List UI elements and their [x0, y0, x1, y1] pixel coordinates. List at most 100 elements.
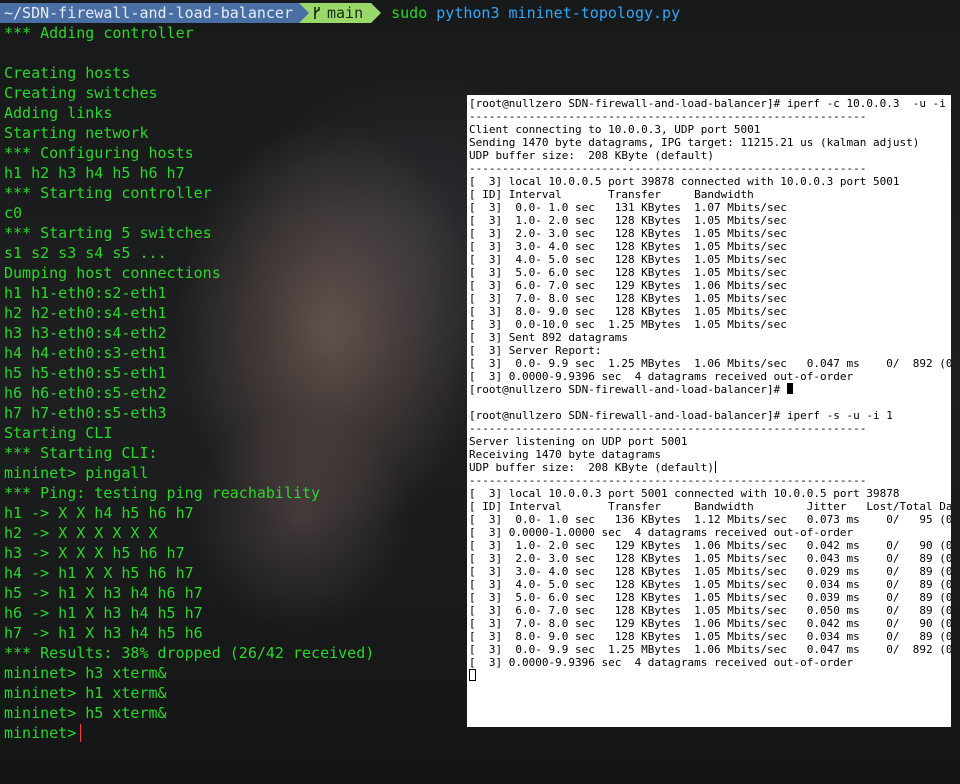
- xterm-line: ----------------------------------------…: [469, 110, 951, 123]
- xterm-line-text: [ 3] Server Report:: [469, 344, 602, 357]
- command-args: python3 mininet-topology.py: [436, 4, 681, 22]
- prompt-separator: [298, 3, 309, 23]
- terminal-line: h5 -> h1 X h3 h4 h6 h7: [4, 583, 374, 603]
- terminal-line-text: *** Starting CLI:: [4, 444, 158, 462]
- terminal-line-text: mininet> h3 xterm&: [4, 664, 167, 682]
- xterm-line: [469, 396, 951, 409]
- xterm-line: [469, 669, 951, 682]
- terminal-line-text: mininet> pingall: [4, 464, 149, 482]
- terminal-line-text: mininet> h5 xterm&: [4, 704, 167, 722]
- xterm-line-text: [ 3] 1.0- 2.0 sec 128 KBytes 1.05 Mbits/…: [469, 214, 787, 227]
- xterm-line-text: [ 3] 0.0000-9.9396 sec 4 datagrams recei…: [469, 656, 854, 669]
- xterm-line: Client connecting to 10.0.0.3, UDP port …: [469, 123, 951, 136]
- xterm-line-text: [ 3] 6.0- 7.0 sec 129 KBytes 1.06 Mbits/…: [469, 279, 787, 292]
- xterm-line: [ 3] 0.0000-9.9396 sec 4 datagrams recei…: [469, 370, 951, 383]
- terminal-line: s1 s2 s3 s4 s5 ...: [4, 243, 374, 263]
- terminal-line-text: mininet> h1 xterm&: [4, 684, 167, 702]
- terminal-line: h4 h4-eth0:s3-eth1: [4, 343, 374, 363]
- xterm-line: [ 3] 4.0- 5.0 sec 128 KBytes 1.05 Mbits/…: [469, 253, 951, 266]
- terminal-line-text: h6 h6-eth0:s5-eth2: [4, 384, 167, 402]
- terminal-output: *** Adding controller Creating hosts Creat…: [4, 23, 374, 723]
- terminal-line: Starting CLI: [4, 423, 374, 443]
- xterm-line-text: [ ID] Interval Transfer Bandwidth Jitter…: [469, 500, 951, 513]
- terminal-line-text: s1 s2 s3 s4 s5 ...: [4, 244, 167, 262]
- xterm-line: Sending 1470 byte datagrams, IPG target:…: [469, 136, 951, 149]
- terminal-line: *** Starting controller: [4, 183, 374, 203]
- xterm-line: [ 3] 3.0- 4.0 sec 128 KBytes 1.05 Mbits/…: [469, 565, 951, 578]
- terminal-line: h4 -> h1 X X h5 h6 h7: [4, 563, 374, 583]
- terminal-line: *** Starting CLI:: [4, 443, 374, 463]
- terminal-line-text: *** Ping: testing ping reachability: [4, 484, 321, 502]
- terminal-line: Creating hosts: [4, 63, 374, 83]
- xterm-line: [ 3] Server Report:: [469, 344, 951, 357]
- xterm-line-text: Server listening on UDP port 5001: [469, 435, 688, 448]
- xterm-line: [ 3] 0.0- 9.9 sec 1.25 MBytes 1.06 Mbits…: [469, 357, 951, 370]
- terminal-line: *** Ping: testing ping reachability: [4, 483, 374, 503]
- xterm-line-text: [ 3] local 10.0.0.5 port 39878 connected…: [469, 175, 900, 188]
- xterm-line-text: [ 3] 4.0- 5.0 sec 128 KBytes 1.05 Mbits/…: [469, 253, 787, 266]
- terminal-line-text: *** Adding controller: [4, 24, 194, 42]
- xterm-line-text: [ 3] 3.0- 4.0 sec 128 KBytes 1.05 Mbits/…: [469, 240, 787, 253]
- xterm-line-text: [ 3] 0.0-10.0 sec 1.25 MBytes 1.05 Mbits…: [469, 318, 787, 331]
- hollow-cursor: [469, 669, 476, 681]
- terminal-line-text: h7 h7-eth0:s5-eth3: [4, 404, 167, 422]
- terminal-line: h1 h2 h3 h4 h5 h6 h7: [4, 163, 374, 183]
- terminal-line-text: h1 h1-eth0:s2-eth1: [4, 284, 167, 302]
- terminal-line-text: h4 -> h1 X X h5 h6 h7: [4, 564, 194, 582]
- xterm-window[interactable]: [root@nullzero SDN-firewall-and-load-bal…: [467, 95, 951, 727]
- terminal-line-text: h6 -> h1 X h3 h4 h5 h7: [4, 604, 203, 622]
- terminal-line: h3 h3-eth0:s4-eth2: [4, 323, 374, 343]
- xterm-line: Receiving 1470 byte datagrams: [469, 448, 951, 461]
- xterm-line-text: [ 3] 0.0- 9.9 sec 1.25 MBytes 1.06 Mbits…: [469, 357, 951, 370]
- xterm-line-text: ----------------------------------------…: [469, 422, 867, 435]
- xterm-line: ----------------------------------------…: [469, 474, 951, 487]
- xterm-line: [ ID] Interval Transfer Bandwidth: [469, 188, 951, 201]
- mininet-prompt[interactable]: mininet>: [4, 723, 82, 743]
- terminal-line-text: Creating switches: [4, 84, 158, 102]
- xterm-line: [ 3] 8.0- 9.0 sec 128 KBytes 1.05 Mbits/…: [469, 630, 951, 643]
- branch-label: main: [326, 4, 364, 22]
- terminal-line: mininet> pingall: [4, 463, 374, 483]
- git-branch-icon: [314, 7, 320, 19]
- terminal-line-text: h3 -> X X X h5 h6 h7: [4, 544, 185, 562]
- xterm-line: [ 3] 7.0- 8.0 sec 128 KBytes 1.05 Mbits/…: [469, 292, 951, 305]
- terminal-line: *** Starting 5 switches: [4, 223, 374, 243]
- terminal-line: h7 -> h1 X h3 h4 h5 h6: [4, 623, 374, 643]
- xterm-line: [ 3] 5.0- 6.0 sec 128 KBytes 1.05 Mbits/…: [469, 266, 951, 279]
- terminal-line-text: Starting CLI: [4, 424, 113, 442]
- block-cursor: [786, 383, 793, 394]
- terminal-line-text: h2 h2-eth0:s4-eth1: [4, 304, 167, 322]
- xterm-line-text: Client connecting to 10.0.0.3, UDP port …: [469, 123, 761, 136]
- xterm-line-text: ----------------------------------------…: [469, 110, 867, 123]
- xterm-line-text: [ 3] 6.0- 7.0 sec 128 KBytes 1.05 Mbits/…: [469, 604, 951, 617]
- xterm-line-text: [ 3] Sent 892 datagrams: [469, 331, 628, 344]
- terminal-line: h5 h5-eth0:s5-eth1: [4, 363, 374, 383]
- terminal-line: h1 h1-eth0:s2-eth1: [4, 283, 374, 303]
- terminal-line: Creating switches: [4, 83, 374, 103]
- xterm-line: [ 3] 5.0- 6.0 sec 128 KBytes 1.05 Mbits/…: [469, 591, 951, 604]
- xterm-line: [ 3] 6.0- 7.0 sec 129 KBytes 1.06 Mbits/…: [469, 279, 951, 292]
- terminal-line-text: h1 h2 h3 h4 h5 h6 h7: [4, 164, 185, 182]
- xterm-line: [ 3] 0.0- 9.9 sec 1.25 MBytes 1.06 Mbits…: [469, 643, 951, 656]
- mouse-ibeam-cursor: [715, 461, 717, 473]
- terminal-line-text: h3 h3-eth0:s4-eth2: [4, 324, 167, 342]
- xterm-line-text: [ 3] 3.0- 4.0 sec 128 KBytes 1.05 Mbits/…: [469, 565, 951, 578]
- terminal-line-text: h7 -> h1 X h3 h4 h5 h6: [4, 624, 203, 642]
- xterm-line-text: [ 3] local 10.0.0.3 port 5001 connected …: [469, 487, 900, 500]
- xterm-line: [ ID] Interval Transfer Bandwidth Jitter…: [469, 500, 951, 513]
- xterm-output: [root@nullzero SDN-firewall-and-load-bal…: [467, 95, 951, 682]
- terminal-line-text: Dumping host connections: [4, 264, 221, 282]
- xterm-line-text: [root@nullzero SDN-firewall-and-load-bal…: [469, 409, 893, 422]
- xterm-line-text: [ 3] 0.0000-1.0000 sec 4 datagrams recei…: [469, 526, 854, 539]
- xterm-line-text: ----------------------------------------…: [469, 162, 867, 175]
- terminal-line-text: *** Configuring hosts: [4, 144, 194, 162]
- xterm-line: [ 3] local 10.0.0.5 port 39878 connected…: [469, 175, 951, 188]
- xterm-line: [ 3] 2.0- 3.0 sec 128 KBytes 1.05 Mbits/…: [469, 552, 951, 565]
- mininet-prompt-label: mininet>: [4, 724, 77, 742]
- command-sudo: sudo: [391, 4, 428, 22]
- terminal-line: mininet> h3 xterm&: [4, 663, 374, 683]
- xterm-line: [ 3] 0.0- 1.0 sec 136 KBytes 1.12 Mbits/…: [469, 513, 951, 526]
- xterm-line: [ 3] 3.0- 4.0 sec 128 KBytes 1.05 Mbits/…: [469, 240, 951, 253]
- terminal-line: *** Results: 38% dropped (26/42 received…: [4, 643, 374, 663]
